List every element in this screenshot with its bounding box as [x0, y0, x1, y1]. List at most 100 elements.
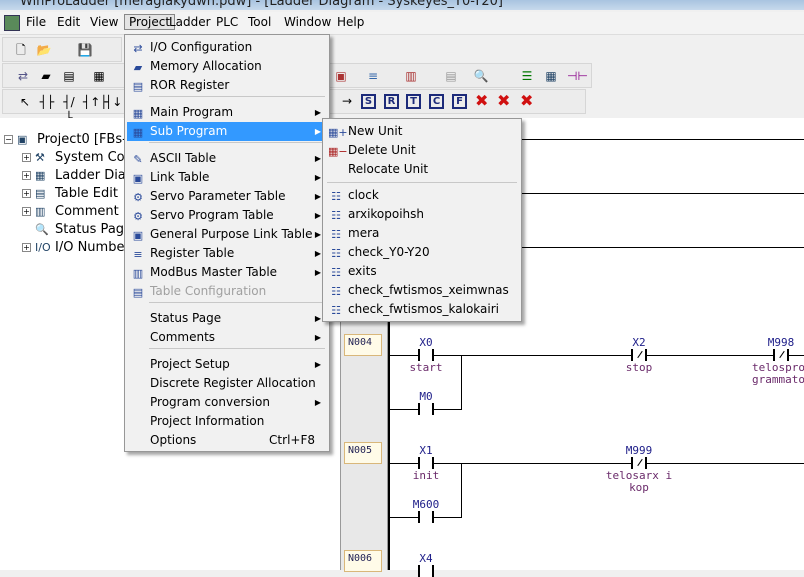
menu-view[interactable]: View: [86, 15, 122, 29]
tree-item-ladder-diagram[interactable]: + ▦ Ladder Dia: [22, 168, 126, 183]
menu-item-label: check_fwtismos_xeimwnas: [348, 283, 509, 297]
memory-chip-icon: ▰: [133, 61, 143, 74]
no-contact[interactable]: [418, 565, 434, 577]
modbus-icon: ▥: [132, 267, 144, 280]
project-menu: ⇄ I/O Configuration ▰ Memory Allocation ▤ ROR…: [124, 34, 330, 452]
delete-line-icon[interactable]: ✖: [520, 91, 533, 110]
program-query-icon[interactable]: ▦: [543, 68, 559, 84]
submenu-new-unit[interactable]: ▦+ New Unit: [325, 122, 519, 141]
register-table-icon[interactable]: ≡: [365, 68, 381, 84]
menu-item-label: arxikopoihsh: [348, 207, 425, 221]
timer-button[interactable]: T: [406, 94, 421, 109]
delete-icon[interactable]: ✖: [475, 91, 488, 110]
menu-item-general-purpose-link-table[interactable]: ▣ General Purpose Link Table ▶: [127, 225, 327, 244]
menu-ladder[interactable]: Ladder: [165, 15, 215, 29]
menu-item-label: Link Table: [150, 170, 210, 184]
menu-item-memory-allocation[interactable]: ▰ Memory Allocation: [127, 57, 327, 76]
tree-item-table-edit[interactable]: + ▤ Table Edit: [22, 186, 118, 201]
menu-item-servo-parameter-table[interactable]: ⚙ Servo Parameter Table ▶: [127, 187, 327, 206]
menu-item-project-information[interactable]: Project Information: [127, 412, 327, 431]
menu-edit[interactable]: Edit: [53, 15, 84, 29]
menu-item-sub-program[interactable]: ▦ Sub Program ▶: [127, 122, 327, 141]
arrow-right-icon[interactable]: →: [339, 93, 355, 109]
table-config-icon[interactable]: ▤: [443, 68, 459, 84]
tree-item-status-page[interactable]: 🔍 Status Pag: [35, 222, 124, 237]
menu-item-i-o-configuration[interactable]: ⇄ I/O Configuration: [127, 38, 327, 57]
set-coil-button[interactable]: S: [361, 94, 376, 109]
falling-contact-icon[interactable]: ┤↓├: [105, 94, 130, 110]
submenu-unit[interactable]: ☷ arxikopoihsh: [325, 205, 519, 224]
menu-item-servo-program-table[interactable]: ⚙ Servo Program Table ▶: [127, 206, 327, 225]
menu-item-label: Register Table: [150, 246, 235, 260]
menu-item-program-conversion[interactable]: Program conversion ▶: [127, 393, 327, 412]
menu-item-status-page[interactable]: Status Page ▶: [127, 309, 327, 328]
main-program-icon[interactable]: ▦: [91, 68, 107, 84]
nc-contact[interactable]: [773, 349, 789, 361]
menu-item-discrete-register-allocation[interactable]: Discrete Register Allocation: [127, 374, 327, 393]
table-icon: ▤: [35, 187, 46, 200]
submenu-unit[interactable]: ☷ check_Y0-Y20: [325, 243, 519, 262]
menu-item-ascii-table[interactable]: ✎ ASCII Table ▶: [127, 149, 327, 168]
menu-item-label: Project Information: [150, 414, 265, 428]
network-label[interactable]: N005: [344, 442, 382, 464]
memory-chip-icon[interactable]: ▰: [38, 68, 54, 84]
submenu-delete-unit[interactable]: ▦− Delete Unit: [325, 141, 519, 160]
pointer-icon[interactable]: ↖: [17, 94, 33, 110]
menu-help[interactable]: Help: [333, 15, 368, 29]
submenu-unit[interactable]: ☷ exits: [325, 262, 519, 281]
menu-item-modbus-master-table[interactable]: ▥ ModBus Master Table ▶: [127, 263, 327, 282]
reset-coil-button[interactable]: R: [384, 94, 399, 109]
menu-file[interactable]: File: [22, 15, 50, 29]
nc-contact[interactable]: [631, 349, 647, 361]
submenu-unit[interactable]: ☷ mera: [325, 224, 519, 243]
register-query-icon[interactable]: ☰: [519, 68, 535, 84]
menu-plc[interactable]: PLC: [212, 15, 242, 29]
menu-item-options[interactable]: Options Ctrl+F8: [127, 431, 327, 450]
menu-tool[interactable]: Tool: [244, 15, 275, 29]
no-contact[interactable]: [418, 403, 434, 415]
network-label[interactable]: N004: [344, 334, 382, 356]
counter-button[interactable]: C: [429, 94, 444, 109]
new-file-icon[interactable]: 🗋: [13, 42, 29, 58]
function-button[interactable]: F: [452, 94, 467, 109]
menu-item-label: Main Program: [150, 105, 234, 119]
menu-item-comments[interactable]: Comments ▶: [127, 328, 327, 347]
ror-register-icon[interactable]: ▤: [61, 68, 77, 84]
submenu-unit[interactable]: ☷ check_fwtismos_xeimwnas: [325, 281, 519, 300]
status-page-icon[interactable]: 🔍: [473, 68, 489, 84]
no-contact[interactable]: [418, 349, 434, 361]
menu-item-register-table[interactable]: ≡ Register Table ▶: [127, 244, 327, 263]
menu-item-label: Servo Program Table: [150, 208, 274, 222]
save-icon[interactable]: 💾: [77, 42, 93, 58]
sub-program-icon: ▦: [132, 126, 144, 139]
status-page-icon: 🔍: [35, 223, 49, 236]
io-config-icon[interactable]: ⇄: [15, 68, 31, 84]
menu-item-project-setup[interactable]: Project Setup ▶: [127, 355, 327, 374]
nc-contact[interactable]: [631, 457, 647, 469]
menu-item-link-table[interactable]: ▣ Link Table ▶: [127, 168, 327, 187]
open-folder-icon[interactable]: 📂: [36, 42, 52, 58]
menu-window[interactable]: Window: [280, 15, 335, 29]
no-contact[interactable]: [418, 457, 434, 469]
no-contact-icon[interactable]: ┤├: [39, 94, 55, 110]
submenu-unit[interactable]: ☷ clock: [325, 186, 519, 205]
tree-root[interactable]: − ▣ Project0 [FBs-: [4, 132, 127, 147]
menu-item-table-configuration[interactable]: ▤ Table Configuration: [127, 282, 327, 301]
tree-item-io-numbering[interactable]: + I/O I/O Numbe: [22, 240, 124, 255]
contact-query-icon[interactable]: ⊣⊢: [567, 68, 588, 84]
rising-contact-icon[interactable]: ┤↑├: [83, 94, 108, 110]
network-label[interactable]: N006: [344, 550, 382, 572]
submenu-arrow-icon: ▶: [314, 314, 321, 323]
delete-vertical-icon[interactable]: ✖: [497, 91, 510, 110]
general-link-icon[interactable]: ▣: [333, 68, 349, 84]
contact-comment: start: [409, 361, 443, 374]
menu-item-main-program[interactable]: ▦ Main Program ▶: [127, 103, 327, 122]
menu-item-ror-register[interactable]: ▤ ROR Register: [127, 76, 327, 95]
nc-contact-icon[interactable]: ┤/├: [61, 94, 77, 125]
submenu-relocate-unit[interactable]: Relocate Unit: [325, 160, 519, 179]
tree-item-system-config[interactable]: + ⚒ System Co: [22, 150, 125, 165]
tree-item-comment[interactable]: + ▥ Comment: [22, 204, 119, 219]
no-contact[interactable]: [418, 511, 434, 523]
submenu-unit[interactable]: ☷ check_fwtismos_kalokairi: [325, 300, 519, 319]
modbus-icon[interactable]: ▥: [403, 68, 419, 84]
